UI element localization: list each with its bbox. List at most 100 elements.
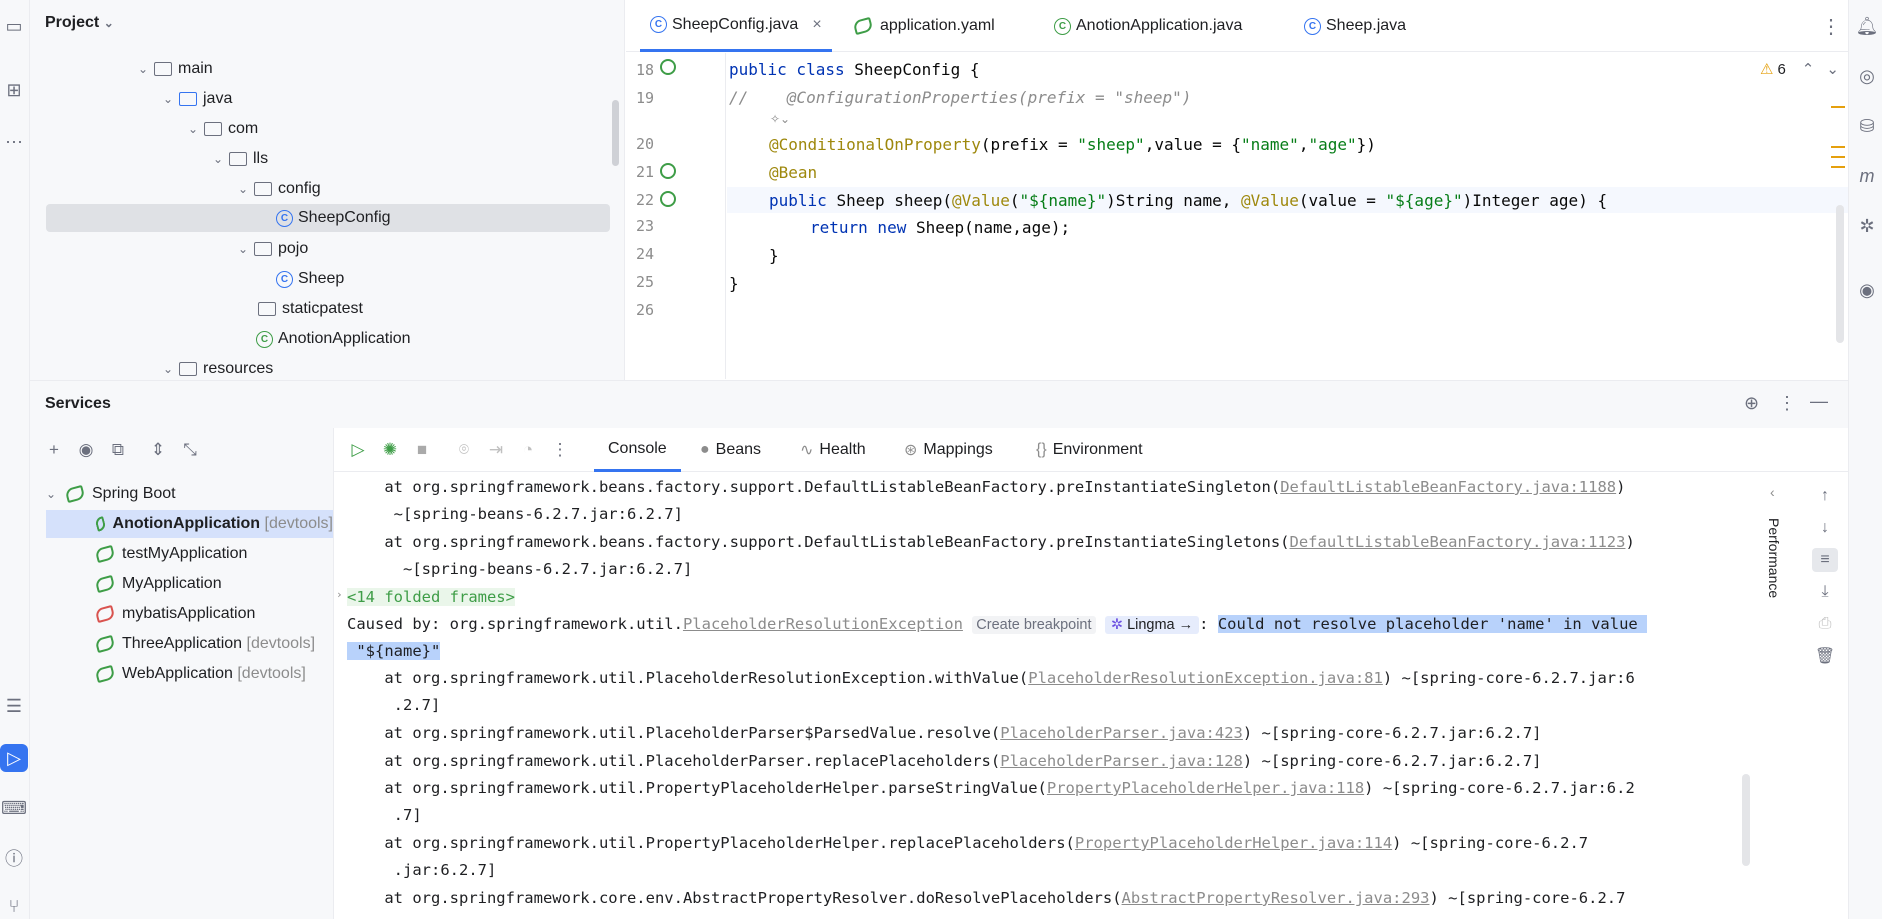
tree-item-staticpatest[interactable]: staticpatest (46, 295, 610, 323)
service-item[interactable]: WebApplication [devtools] (46, 660, 333, 688)
stacktrace-link[interactable]: PropertyPlaceholderHelper.java:118 (1047, 779, 1364, 797)
service-item[interactable]: AnotionApplication [devtools] (46, 510, 333, 538)
project-panel-title[interactable]: Project ⌄ (45, 14, 114, 32)
tab-health[interactable]: ∿ Health (800, 428, 866, 472)
stacktrace-link[interactable]: PlaceholderParser.java:423 (1000, 724, 1243, 742)
more-options-icon[interactable]: ⋮ (1778, 393, 1796, 414)
snapshot-icon[interactable]: ⌾ (452, 438, 476, 462)
stacktrace-link[interactable]: PlaceholderResolutionException.java:81 (1028, 669, 1383, 687)
profiler-icon[interactable]: ◔ (516, 438, 540, 462)
ai-hint-icon[interactable]: ✧⌄ (770, 112, 790, 126)
service-item[interactable]: ThreeApplication [devtools] (46, 630, 333, 658)
warning-marker[interactable] (1831, 146, 1845, 148)
more-tabs-icon[interactable]: ⋮ (1821, 14, 1841, 39)
ai-assistant-icon[interactable]: ◎ (1853, 62, 1881, 90)
more-tools-icon[interactable]: ⋯ (0, 128, 28, 156)
warning-marker[interactable] (1831, 106, 1845, 108)
code-line-19[interactable]: // @ConfigurationProperties(prefix = "sh… (729, 88, 1191, 107)
create-breakpoint-button[interactable]: Create breakpoint (972, 616, 1096, 634)
stacktrace-link[interactable]: DefaultListableBeanFactory.java:1188 (1280, 478, 1616, 496)
service-item[interactable]: mybatisApplication (46, 600, 333, 628)
code-line-23[interactable]: return new Sheep(name,age); (810, 218, 1070, 237)
code-line-18[interactable]: public class SheepConfig { (729, 60, 979, 79)
tab-sheepconfig[interactable]: C SheepConfig.java × (640, 0, 832, 52)
debug-icon[interactable]: ✺ (378, 438, 402, 462)
exception-link[interactable]: PlaceholderResolutionException (683, 615, 963, 633)
tab-console[interactable]: Console (594, 428, 681, 472)
chevron-left-icon[interactable]: ‹ (1770, 484, 1775, 500)
chevron-down-icon[interactable]: ⌄ (1826, 60, 1839, 78)
spring-bean-gutter-icon[interactable] (660, 191, 676, 207)
tab-mappings[interactable]: ⊛ Mappings (904, 428, 993, 472)
console-scrollbar[interactable] (1742, 774, 1750, 866)
palette-icon[interactable]: ◉ (1853, 276, 1881, 304)
stacktrace-link[interactable]: DefaultListableBeanFactory.java:1123 (1290, 533, 1626, 551)
run-icon[interactable]: ▷ (346, 438, 370, 462)
stacktrace-link[interactable]: PropertyPlaceholderHelper.java:114 (1075, 834, 1392, 852)
tree-item-anotionapplication[interactable]: C AnotionApplication (46, 325, 610, 353)
minimize-icon[interactable]: — (1810, 391, 1828, 412)
structure-icon[interactable]: ⊞ (0, 76, 28, 104)
spring-bean-gutter-icon[interactable] (660, 163, 676, 179)
tree-item-config[interactable]: ⌄ config (46, 175, 610, 203)
arrow-down-icon[interactable]: ↓ (1812, 516, 1838, 540)
performance-tab[interactable]: Performance (1766, 518, 1782, 598)
tree-item-com[interactable]: ⌄ com (46, 115, 610, 143)
tree-item-lls[interactable]: ⌄ lls (46, 145, 610, 173)
terminal-icon[interactable]: ⌨ (0, 794, 28, 822)
lingma-button[interactable]: ✲ Lingma → (1104, 616, 1200, 634)
tab-beans[interactable]: ● Beans (700, 428, 761, 472)
project-scrollbar[interactable] (612, 100, 619, 166)
arrow-up-icon[interactable]: ↑ (1812, 484, 1838, 508)
stop-icon[interactable]: ■ (410, 438, 434, 462)
add-service-icon[interactable]: + (42, 438, 66, 462)
notifications-icon[interactable]: 🔔︎ (1853, 12, 1881, 40)
console-output[interactable]: at org.springframework.beans.factory.sup… (334, 472, 1754, 919)
vcs-icon[interactable]: ⑂ (0, 892, 28, 919)
services-root-spring-boot[interactable]: ⌄ Spring Boot (44, 480, 333, 508)
maven-icon[interactable]: m (1853, 162, 1881, 190)
chevron-up-icon[interactable]: ⌃ (1802, 60, 1815, 78)
spring-bean-gutter-icon[interactable] (660, 59, 676, 75)
services-run-icon[interactable]: ▷ (0, 744, 28, 772)
stacktrace-link[interactable]: AbstractPropertyResolver.java:293 (1122, 889, 1430, 907)
close-icon[interactable]: × (812, 16, 821, 34)
code-line-21[interactable]: @Bean (769, 163, 817, 182)
project-folder-icon[interactable]: ▭ (0, 12, 28, 40)
tree-item-java[interactable]: ⌄ java (46, 85, 610, 113)
warning-marker[interactable] (1831, 166, 1845, 168)
service-item[interactable]: MyApplication (46, 570, 333, 598)
more-actions-icon[interactable]: ⋮ (548, 438, 572, 462)
list-icon[interactable]: ☰ (0, 692, 28, 720)
code-line-20[interactable]: @ConditionalOnProperty(prefix = "sheep",… (769, 135, 1376, 154)
database-icon[interactable]: ⛁ (1853, 112, 1881, 140)
chevron-right-icon[interactable]: › (336, 588, 343, 601)
tree-item-sheepconfig[interactable]: C SheepConfig (46, 204, 610, 232)
print-icon[interactable]: ⎙ (1812, 612, 1838, 636)
open-in-browser-icon[interactable]: ⇥ (484, 438, 508, 462)
stacktrace-link[interactable]: PlaceholderParser.java:128 (1000, 752, 1243, 770)
tab-anotionapplication[interactable]: C AnotionApplication.java (1044, 0, 1252, 52)
tree-item-sheep[interactable]: C Sheep (46, 265, 610, 293)
tree-item-pojo[interactable]: ⌄ pojo (46, 235, 610, 263)
new-group-icon[interactable]: ⧉ (106, 438, 130, 462)
tree-item-resources[interactable]: ⌄ resources (46, 355, 610, 383)
soft-wrap-icon[interactable]: ≡ (1812, 548, 1838, 572)
expand-all-icon[interactable]: ⇕ (146, 438, 170, 462)
folded-frames[interactable]: <14 folded frames> (347, 588, 515, 606)
code-line-25[interactable]: } (729, 274, 739, 293)
scroll-to-end-icon[interactable]: ⤓ (1812, 580, 1838, 604)
code-line-24[interactable]: } (769, 246, 779, 265)
eye-icon[interactable]: ◉ (74, 438, 98, 462)
service-item[interactable]: testMyApplication (46, 540, 333, 568)
target-icon[interactable]: ⊕ (1744, 393, 1759, 414)
warnings-indicator[interactable]: ⚠ 6 ⌃ ⌄ (1760, 60, 1839, 79)
warning-marker[interactable] (1831, 156, 1845, 158)
tree-item-main[interactable]: ⌄ main (46, 55, 610, 83)
tab-environment[interactable]: {} Environment (1036, 428, 1143, 472)
clear-all-icon[interactable]: 🗑︎ (1812, 644, 1838, 668)
tab-sheep[interactable]: C Sheep.java (1294, 0, 1416, 52)
problems-icon[interactable]: ⓘ (0, 844, 28, 872)
tab-application-yaml[interactable]: application.yaml (844, 0, 1005, 52)
lingma-icon[interactable]: ✲ (1853, 212, 1881, 240)
